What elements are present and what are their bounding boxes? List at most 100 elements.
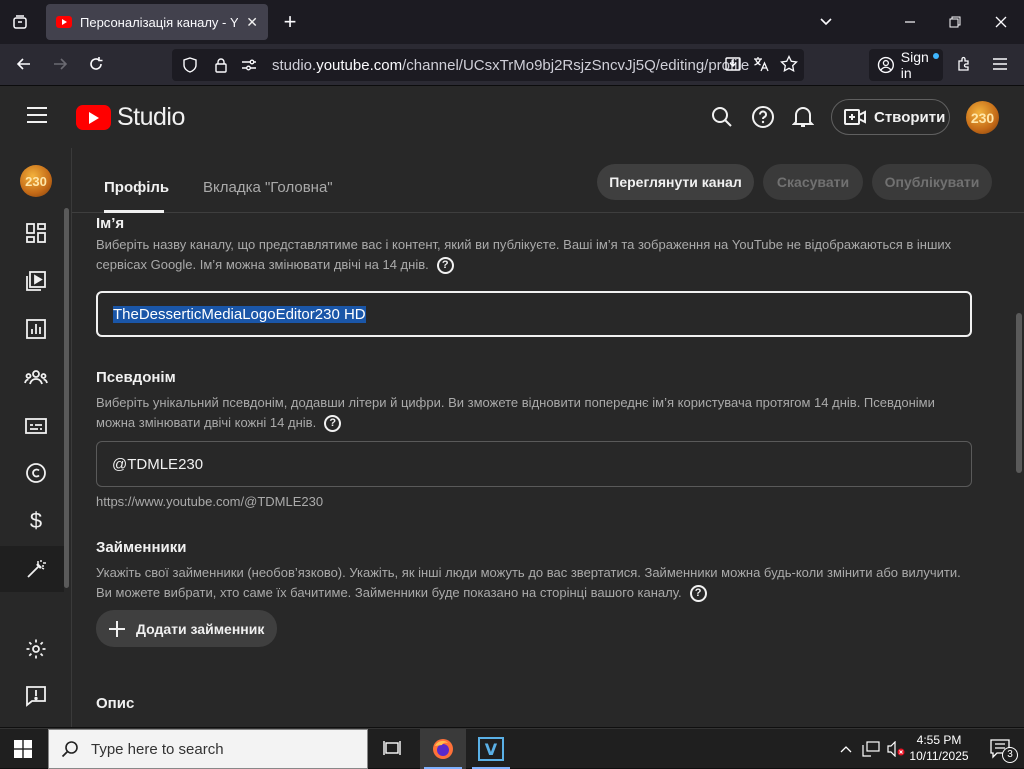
app-menu-icon[interactable] [986,50,1014,78]
studio-header: Studio Створити 230 [0,86,1024,148]
notification-count-badge: 3 [1002,747,1018,763]
tracking-shield-icon[interactable] [178,57,202,73]
content-scrollbar[interactable] [1016,313,1022,473]
handle-input[interactable]: @TDMLE230 [96,441,972,487]
customization-tabs: Профіль Вкладка "Головна" Переглянути ка… [72,148,1024,213]
community-icon[interactable] [22,364,50,392]
url-path: /channel/UCsxTrMo9bj2RsjzSncvJj5Q/editin… [402,56,750,74]
customization-magic-wand-icon [22,555,50,583]
settings-gear-icon[interactable] [22,635,50,663]
show-hidden-icons-icon[interactable] [836,729,856,769]
browser-tab[interactable]: Персоналізація каналу - YouTube Studio ✕ [46,4,268,40]
handle-url: https://www.youtube.com/@TDMLE230 [96,494,324,509]
extensions-icon[interactable] [951,50,979,78]
add-pronoun-label: Додати займенник [136,620,265,637]
search-icon[interactable] [711,106,733,133]
new-tab-button[interactable]: + [276,8,304,36]
account-icon [877,56,894,74]
notification-dot [933,53,939,59]
active-tab-indicator [104,210,164,213]
handle-description: Виберіть унікальний псевдонім, додавши л… [96,393,976,433]
dashboard-icon[interactable] [22,219,50,247]
publish-button[interactable]: Опублікувати [872,164,992,200]
studio-logo-text: Studio [117,103,185,131]
windows-start-icon[interactable] [0,729,46,769]
left-navigation-rail: 230 $ [0,148,72,727]
taskbar-search[interactable]: Type here to search [48,729,368,769]
name-input[interactable]: TheDesserticMediaLogoEditor230 HD [96,291,972,337]
tab-title: Персоналізація каналу - YouTube Studio [80,14,238,30]
firefox-taskbar-icon[interactable] [420,729,466,769]
url-text: studio.youtube.com/channel/UCsxTrMo9bj2R… [272,57,749,74]
channel-avatar[interactable]: 230 [20,165,52,197]
chevron-down-icon[interactable] [812,8,840,36]
save-page-icon[interactable] [719,50,747,78]
name-help-icon[interactable]: ? [436,257,454,275]
subtitles-icon[interactable] [22,412,50,440]
permissions-icon[interactable] [238,58,260,72]
tab-profile[interactable]: Профіль [104,179,169,196]
notification-center-icon[interactable]: 3 [978,729,1024,769]
view-channel-button[interactable]: Переглянути канал [597,164,754,200]
account-avatar[interactable]: 230 [966,101,999,134]
search-icon [61,741,78,758]
notifications-bell-icon[interactable] [791,105,815,134]
forward-arrow-icon[interactable] [46,50,74,78]
tab-list-icon[interactable] [6,8,34,36]
hamburger-menu-icon[interactable] [26,106,48,126]
cancel-button[interactable]: Скасувати [763,164,863,200]
name-input-value: TheDesserticMediaLogoEditor230 HD [113,305,366,323]
description-title: Опис [96,695,135,712]
pronouns-description-text: Укажіть свої займенники (необов’язково).… [96,565,961,600]
name-description-text: Виберіть назву каналу, що представлятиме… [96,237,952,272]
analytics-icon[interactable] [22,315,50,343]
handle-input-value: @TDMLE230 [112,455,204,473]
close-window-button[interactable] [987,8,1015,36]
sign-in-button[interactable]: Sign in [869,49,943,81]
clock-date: 10/11/2025 [909,749,969,763]
pronouns-title: Займенники [96,539,187,556]
translate-icon[interactable] [747,50,775,78]
earn-dollar-icon[interactable]: $ [22,507,50,535]
handle-description-text: Виберіть унікальний псевдонім, додавши л… [96,395,935,430]
help-icon[interactable] [751,105,775,134]
rail-scrollbar[interactable] [64,208,69,588]
reload-icon[interactable] [82,50,110,78]
pronouns-help-icon[interactable]: ? [689,585,707,603]
url-prefix: studio. [272,56,317,74]
clock-time: 4:55 PM [916,733,962,747]
send-feedback-icon[interactable] [22,682,50,710]
address-bar[interactable]: studio.youtube.com/channel/UCsxTrMo9bj2R… [172,49,804,81]
back-arrow-icon[interactable] [10,50,38,78]
taskbar-search-placeholder: Type here to search [91,740,224,758]
youtube-favicon-icon [56,16,72,28]
restore-button[interactable] [941,8,969,36]
bookmark-star-icon[interactable] [775,50,803,78]
browser-tab-strip: Персоналізація каналу - YouTube Studio ✕… [0,0,1024,44]
customization-item-active[interactable] [0,546,64,592]
youtube-logo-icon [76,105,111,130]
close-tab-icon[interactable]: ✕ [246,14,258,31]
create-button[interactable]: Створити [831,99,950,135]
taskbar-clock[interactable]: 4:55 PM 10/11/2025 [908,732,970,764]
lock-icon[interactable] [210,57,232,73]
visual-app-taskbar-icon[interactable]: V [468,729,514,769]
profile-editor: Профіль Вкладка "Головна" Переглянути ка… [72,148,1024,727]
name-title: Ім’я [96,215,125,232]
minimize-button[interactable] [896,8,924,36]
add-pronoun-button[interactable]: Додати займенник [96,610,277,647]
handle-help-icon[interactable]: ? [324,415,342,433]
studio-logo[interactable]: Studio [76,103,185,132]
volume-muted-icon[interactable] [884,729,908,769]
url-host: youtube.com [316,56,403,74]
tab-home[interactable]: Вкладка "Головна" [203,179,333,196]
network-icon[interactable] [859,729,883,769]
task-view-icon[interactable] [369,729,415,769]
avatar-text: 230 [970,109,995,126]
channel-avatar-text: 230 [25,173,47,189]
copyright-icon[interactable] [22,459,50,487]
name-description: Виберіть назву каналу, що представлятиме… [96,235,976,275]
windows-taskbar: Type here to search V 4:55 PM 10/11/2025… [0,728,1024,769]
browser-toolbar: studio.youtube.com/channel/UCsxTrMo9bj2R… [0,44,1024,86]
content-icon[interactable] [22,267,50,295]
